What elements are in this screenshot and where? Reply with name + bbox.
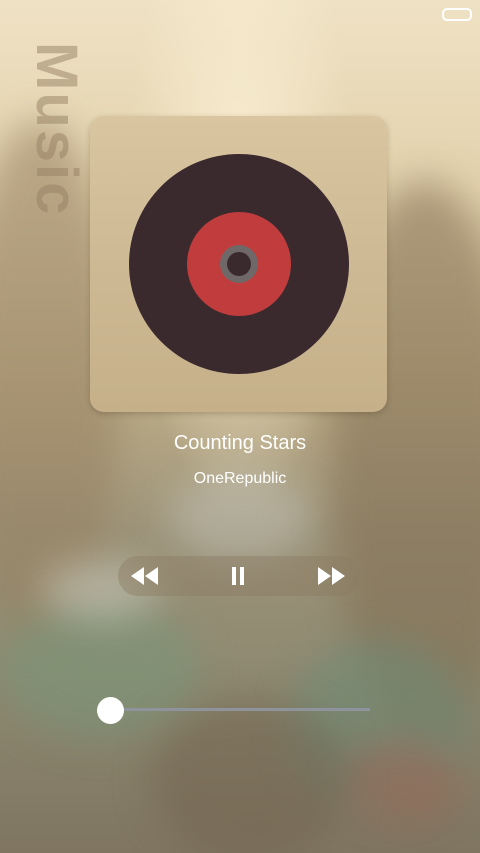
song-title: Counting Stars <box>173 432 307 454</box>
pause-icon <box>232 567 244 585</box>
rewind-icon <box>131 567 158 585</box>
side-title: Music <box>24 42 89 217</box>
fast-forward-icon <box>318 567 345 585</box>
music-player-screen: Music Counting Stars OneRepublic <box>0 0 480 853</box>
record-hole <box>227 252 251 276</box>
seek-thumb[interactable] <box>96 697 124 724</box>
previous-button[interactable] <box>120 556 170 596</box>
battery-icon <box>442 8 472 21</box>
seek-track <box>110 708 370 711</box>
vinyl-record-icon <box>129 154 349 374</box>
record-label <box>187 212 291 316</box>
seek-bar[interactable] <box>96 696 370 724</box>
pause-button[interactable] <box>213 556 263 596</box>
playback-controls <box>118 556 360 596</box>
album-art <box>90 116 387 412</box>
record-hub <box>220 245 258 283</box>
artist-name: OneRepublic <box>193 470 287 487</box>
next-button[interactable] <box>306 556 356 596</box>
